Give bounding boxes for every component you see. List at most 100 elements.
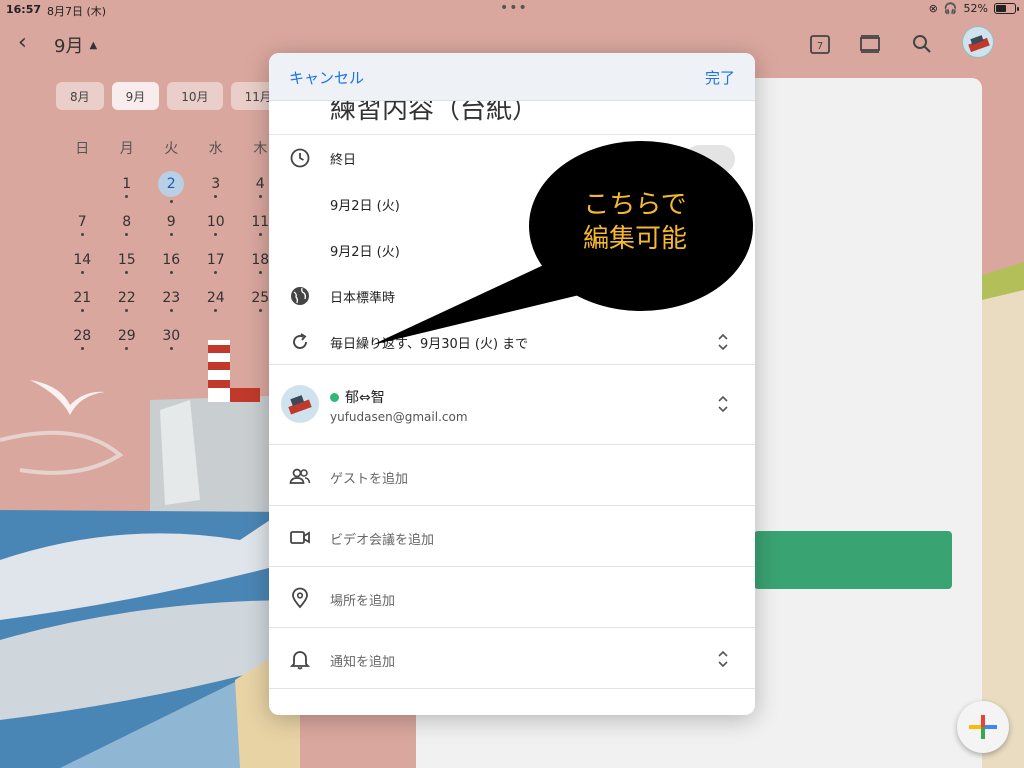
add-guests-label: ゲストを追加 xyxy=(330,472,409,487)
owner-name: 郁⇔智 xyxy=(345,390,385,406)
calendar-empty-cell xyxy=(60,176,105,214)
calendar-day[interactable]: 3 xyxy=(194,176,239,214)
event-dot xyxy=(80,347,84,350)
day-number: 16 xyxy=(162,252,181,268)
all-day-toggle[interactable] xyxy=(685,145,735,173)
calendar-day[interactable]: 29 xyxy=(105,328,150,366)
event-dot xyxy=(125,233,129,236)
bell-icon xyxy=(289,651,311,670)
event-dot xyxy=(258,271,262,274)
calendar-day[interactable]: 23 xyxy=(149,290,194,328)
back-chevron-icon[interactable]: ‹ xyxy=(18,30,27,55)
chip-october[interactable]: 10月 xyxy=(167,82,223,110)
event-block[interactable] xyxy=(754,531,952,589)
search-icon[interactable] xyxy=(910,32,934,56)
day-number: 9 xyxy=(166,214,176,230)
add-video-row[interactable]: ビデオ会議を追加 xyxy=(269,506,755,567)
event-dot xyxy=(169,200,173,203)
event-dot xyxy=(214,271,218,274)
calendar-day[interactable]: 24 xyxy=(194,290,239,328)
weekday-label: 月 xyxy=(119,141,134,157)
event-dot xyxy=(169,233,173,236)
caret-up-icon: ▲ xyxy=(89,39,98,51)
week-row: 1 2 3 4 xyxy=(60,171,290,214)
event-dot xyxy=(80,309,84,312)
week-row: 21 22 23 24 25 xyxy=(60,290,290,328)
calendar-day[interactable]: 9 xyxy=(149,214,194,252)
event-dot xyxy=(258,195,262,198)
status-bar: 16:57 8月7日 (木) ••• ⊗ 🎧 52% xyxy=(0,0,1024,20)
day-number: 15 xyxy=(117,252,136,268)
event-dot xyxy=(80,233,84,236)
headphones-icon: 🎧 xyxy=(943,2,958,15)
callout-line-2: 編集可能 xyxy=(582,224,687,254)
chip-september[interactable]: 9月 xyxy=(111,82,160,110)
dialog-toolbar: キャンセル 完了 xyxy=(269,53,755,101)
calendar-day[interactable]: 22 xyxy=(105,290,150,328)
repeat-icon xyxy=(293,333,307,349)
add-location-label: 場所を追加 xyxy=(330,594,396,609)
day-number: 2 xyxy=(158,171,185,197)
calendar-day[interactable]: 2 xyxy=(149,171,194,214)
day-number: 25 xyxy=(251,290,270,306)
add-video-label: ビデオ会議を追加 xyxy=(330,533,435,548)
expand-updown-icon xyxy=(718,650,728,668)
calendar-day[interactable]: 10 xyxy=(194,214,239,252)
status-date: 8月7日 (木) xyxy=(47,5,107,18)
today-icon[interactable]: 7 xyxy=(808,32,832,56)
calendar-day[interactable]: 15 xyxy=(105,252,150,290)
chip-august[interactable]: 8月 xyxy=(56,82,104,110)
calendar-owner-row[interactable]: 郁⇔智 yufudasen@gmail.com xyxy=(269,365,755,445)
calendar-day[interactable]: 28 xyxy=(60,328,105,366)
timezone-row[interactable]: 日本標準時 xyxy=(269,273,755,319)
owner-avatar xyxy=(281,385,319,423)
all-day-row[interactable]: 終日 xyxy=(269,135,755,181)
day-number: 22 xyxy=(117,290,136,306)
weekday-label: 日 xyxy=(75,141,90,157)
calendar-day[interactable]: 7 xyxy=(60,214,105,252)
event-dot xyxy=(169,347,173,350)
cancel-button[interactable]: キャンセル xyxy=(289,67,364,88)
event-dot xyxy=(214,195,218,198)
add-notification-label: 通知を追加 xyxy=(330,655,396,670)
calendar-day[interactable]: 14 xyxy=(60,252,105,290)
owner-email: yufudasen@gmail.com xyxy=(330,410,468,424)
day-number: 28 xyxy=(73,328,92,344)
done-button[interactable]: 完了 xyxy=(705,67,735,88)
event-edit-dialog: キャンセル 完了 練習内容（台紙） 終日 9月2日 (火) 9月2日 (火) 日… xyxy=(269,53,755,715)
account-avatar[interactable] xyxy=(962,26,994,58)
event-dot xyxy=(125,271,129,274)
all-day-label: 終日 xyxy=(330,153,357,168)
calendar-empty-cell xyxy=(194,328,239,366)
weekday-row: 日 月 火 水 木 xyxy=(60,138,290,176)
day-number: 8 xyxy=(122,214,132,230)
calendar-day[interactable]: 1 xyxy=(105,176,150,214)
view-switch-icon[interactable] xyxy=(858,32,882,56)
expand-updown-icon xyxy=(718,395,728,413)
day-number: 1 xyxy=(122,176,132,192)
day-number: 11 xyxy=(251,214,270,230)
add-notification-row[interactable]: 通知を追加 xyxy=(269,628,755,689)
calendar-day[interactable]: 17 xyxy=(194,252,239,290)
callout-text: こちらで 編集可能 xyxy=(560,188,710,256)
calendar-day[interactable]: 30 xyxy=(149,328,194,366)
event-dot xyxy=(214,309,218,312)
month-selector[interactable]: 9月 ▲ xyxy=(54,32,97,58)
create-event-button[interactable] xyxy=(957,701,1009,753)
add-location-row[interactable]: 場所を追加 xyxy=(269,567,755,628)
day-number: 21 xyxy=(73,290,92,306)
timezone-label: 日本標準時 xyxy=(330,291,396,306)
multitasking-dots-icon[interactable]: ••• xyxy=(500,0,528,16)
expand-updown-icon xyxy=(718,333,728,351)
repeat-label: 毎日繰り返す、9月30日 (火) まで xyxy=(330,337,529,352)
people-icon xyxy=(289,468,311,484)
add-guests-row[interactable]: ゲストを追加 xyxy=(269,445,755,506)
calendar-day[interactable]: 8 xyxy=(105,214,150,252)
calendar-day[interactable]: 16 xyxy=(149,252,194,290)
event-title-field[interactable]: 練習内容（台紙） xyxy=(269,101,755,135)
day-number: 17 xyxy=(206,252,225,268)
day-number: 23 xyxy=(162,290,181,306)
repeat-row[interactable]: 毎日繰り返す、9月30日 (火) まで xyxy=(269,319,755,365)
event-title: 練習内容（台紙） xyxy=(330,101,539,125)
calendar-day[interactable]: 21 xyxy=(60,290,105,328)
